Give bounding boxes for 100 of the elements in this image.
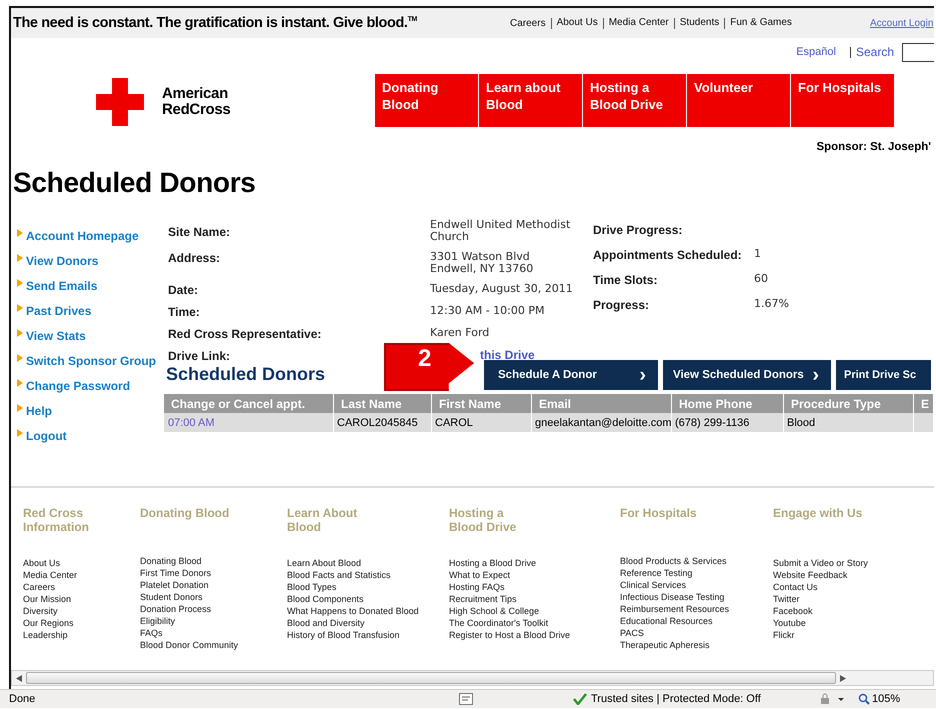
footer-link[interactable]: What Happens to Donated Blood [287, 605, 449, 617]
footer-link[interactable]: Blood Donor Community [140, 639, 287, 651]
scroll-right-icon[interactable] [840, 674, 846, 682]
appointment-link[interactable]: 07:00 AM [164, 413, 334, 432]
bullet-arrow-icon [17, 329, 23, 337]
table-cell: gneelakantan@deloitte.com [532, 413, 672, 432]
footer-link[interactable]: Facebook [773, 605, 923, 617]
nav-tab[interactable]: Hosting a Blood Drive [583, 74, 687, 127]
nav-tab[interactable]: Volunteer [687, 74, 791, 127]
top-link[interactable]: Students [674, 18, 720, 28]
footer-link[interactable]: Reference Testing [620, 567, 773, 579]
footer-link[interactable]: Careers [23, 581, 140, 593]
detail-value: Tuesday, August 30, 2011 [430, 283, 574, 297]
footer-link[interactable]: Recruitment Tips [449, 593, 620, 605]
footer-link[interactable]: Youtube [773, 617, 923, 629]
sidebar-link[interactable]: Switch Sponsor Group [26, 354, 156, 368]
footer-link[interactable]: Twitter [773, 593, 923, 605]
footer-link[interactable]: Leadership [23, 629, 140, 641]
footer-link[interactable]: Infectious Disease Testing [620, 591, 773, 603]
top-link[interactable]: Media Center [602, 18, 669, 28]
footer-link[interactable]: Eligibility [140, 615, 287, 627]
footer-link[interactable]: PACS [620, 627, 773, 639]
nav-tab[interactable]: Donating Blood [375, 74, 479, 127]
sidebar-link[interactable]: View Stats [26, 328, 86, 342]
action-button[interactable]: Print Drive Sc [836, 360, 931, 390]
footer-link[interactable]: Flickr [773, 629, 923, 641]
sidebar-link[interactable]: View Donors [26, 254, 98, 268]
scroll-left-icon[interactable] [16, 674, 22, 682]
footer-link[interactable]: First Time Donors [140, 567, 287, 579]
tagline: The need is constant. The gratification is instant. Give blood.$^{TM}$ [13, 15, 418, 31]
footer-link[interactable]: Website Feedback [773, 569, 923, 581]
search-link[interactable]: Search [850, 46, 894, 58]
chevron-icon: › [812, 364, 819, 384]
zoom-icon [858, 693, 870, 705]
sidebar-link[interactable]: Send Emails [26, 278, 98, 292]
footer-link[interactable]: Our Regions [23, 617, 140, 629]
footer-link[interactable]: The Coordinator's Toolkit [449, 617, 620, 629]
footer-link[interactable]: Donation Process [140, 603, 287, 615]
footer-link[interactable]: Learn About Blood [287, 557, 449, 569]
zoom-level[interactable]: 105% [872, 693, 900, 705]
footer-link[interactable]: FAQs [140, 627, 287, 639]
top-link[interactable]: Careers [510, 18, 546, 28]
footer-link[interactable]: History of Blood Transfusion [287, 629, 449, 641]
footer-link[interactable]: Submit a Video or Story [773, 557, 923, 569]
footer-link[interactable]: Register to Host a Blood Drive [449, 629, 620, 641]
footer-link[interactable]: Our Mission [23, 593, 140, 605]
lock-icon[interactable] [818, 693, 846, 705]
sidebar-link[interactable]: Past Drives [26, 304, 92, 318]
search-field[interactable] [902, 42, 934, 62]
bullet-arrow-icon [17, 279, 23, 287]
footer-link[interactable]: Blood Types [287, 581, 449, 593]
sidebar-link[interactable]: Account Homepage [26, 228, 139, 242]
horizontal-scrollbar[interactable] [11, 670, 934, 686]
footer-link[interactable]: Hosting FAQs [449, 581, 620, 593]
sidebar-link[interactable]: Help [26, 404, 52, 418]
footer-link[interactable]: Blood and Diversity [287, 617, 449, 629]
footer-link[interactable]: Media Center [23, 569, 140, 581]
footer-link[interactable]: Donating Blood [140, 555, 287, 567]
detail-label: Date: [168, 283, 198, 297]
step-callout: 2 [384, 343, 474, 391]
footer-link[interactable]: High School & College [449, 605, 620, 617]
footer-link[interactable]: Blood Products & Services [620, 555, 773, 567]
sidebar-link[interactable]: Change Password [26, 378, 130, 392]
footer-link[interactable]: Diversity [23, 605, 140, 617]
footer-link[interactable]: What to Expect [449, 569, 620, 581]
detail-value: Endwell United Methodist Church [430, 219, 572, 243]
detail-label: Drive Link: [168, 349, 230, 363]
footer-link[interactable]: About Us [23, 557, 140, 569]
footer-link[interactable]: Student Donors [140, 591, 287, 603]
footer-link[interactable]: Platelet Donation [140, 579, 287, 591]
security-zone-text: Trusted sites | Protected Mode: Off [591, 693, 761, 705]
language-link[interactable]: Español [796, 46, 836, 58]
progress-label: Time Slots: [593, 273, 658, 287]
detail-value: 12:30 AM - 10:00 PM [430, 305, 546, 319]
footer-link[interactable]: Reimbursement Resources [620, 603, 773, 615]
action-button[interactable]: View Scheduled Donors › [663, 360, 831, 390]
table-cell: CAROL [432, 413, 532, 432]
page-title: Scheduled Donors [13, 167, 257, 199]
progress-label: Progress: [593, 298, 650, 312]
detail-label: Address: [168, 251, 220, 267]
table-cell: CAROL2045845 [334, 413, 432, 432]
footer-link[interactable]: Blood Facts and Statistics [287, 569, 449, 581]
bullet-arrow-icon [17, 379, 23, 387]
account-login-link[interactable]: Account Login [870, 18, 934, 28]
nav-tab[interactable]: Learn about Blood [479, 74, 583, 127]
footer-link[interactable]: Therapeutic Apheresis [620, 639, 773, 651]
nav-tab[interactable]: For Hospitals [791, 74, 895, 127]
page-icon [459, 693, 473, 705]
footer-link[interactable]: Clinical Services [620, 579, 773, 591]
footer-link[interactable]: Hosting a Blood Drive [449, 557, 620, 569]
footer-link[interactable]: Contact Us [773, 581, 923, 593]
bullet-arrow-icon [17, 254, 23, 262]
action-button[interactable]: Schedule A Donor › [484, 360, 658, 390]
top-link[interactable]: About Us [550, 18, 598, 28]
cross-icon [96, 78, 144, 126]
footer-link[interactable]: Educational Resources [620, 615, 773, 627]
footer-heading: Engage with Us [773, 506, 863, 522]
top-link[interactable]: Fun & Games [724, 18, 792, 28]
sidebar-link[interactable]: Logout [26, 428, 67, 442]
footer-link[interactable]: Blood Components [287, 593, 449, 605]
